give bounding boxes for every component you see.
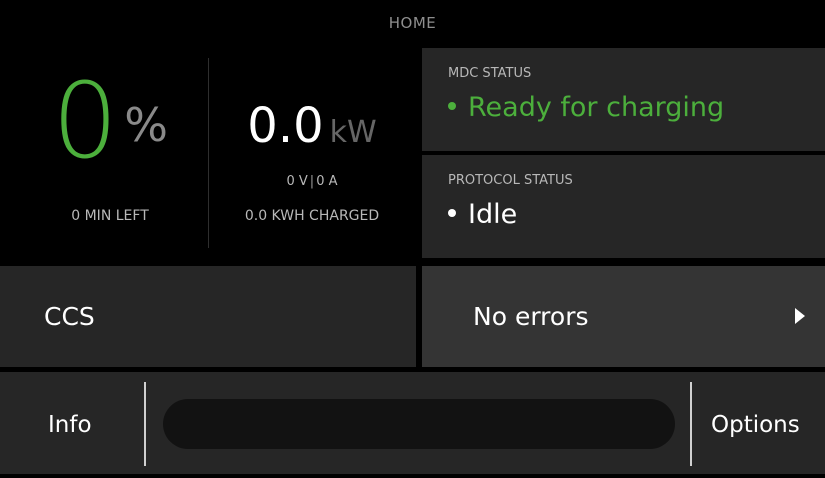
info-button[interactable]: Info [48,372,92,478]
mdc-status-panel: MDC STATUS Ready for charging [422,48,825,151]
power-readout: 0.0 kW 0 V | 0 A 0.0 KWH CHARGED [222,90,402,224]
voltage-current: 0 V | 0 A [222,174,402,189]
protocol-status-panel: PROTOCOL STATUS Idle [422,155,825,258]
charge-progress-bar [163,399,675,449]
time-left: 0 MIN LEFT [71,208,149,224]
power-value: 0.0 [247,98,324,154]
state-of-charge: 0% 0 MIN LEFT [20,66,200,224]
errors-button[interactable]: No errors [422,266,825,367]
voltage-value: 0 V [286,174,308,189]
page-title: HOME [388,14,437,32]
divider [144,382,146,466]
protocol-status-value: Idle [468,199,518,230]
status-dot-icon [448,101,456,110]
gauge-divider [208,58,209,248]
current-value: 0 A [316,174,338,189]
connector-type-button[interactable]: CCS [0,266,416,367]
caret-right-icon [795,308,805,324]
vi-separator: | [309,174,315,189]
mdc-status-line: Ready for charging [448,92,724,123]
errors-label: No errors [473,302,589,331]
mdc-status-value: Ready for charging [468,92,725,123]
connector-type-label: CCS [44,302,95,331]
status-dot-icon [448,208,456,217]
bottom-bar: Info Options [0,372,825,474]
soc-value: 0 [52,60,119,182]
protocol-status-line: Idle [448,199,517,230]
divider [690,382,692,466]
protocol-status-label: PROTOCOL STATUS [448,173,573,188]
energy-charged: 0.0 KWH CHARGED [244,208,380,224]
charging-gauge: 0% 0 MIN LEFT 0.0 kW 0 V | 0 A 0.0 KWH CHAR… [0,46,418,262]
power-unit: kW [329,115,377,150]
options-button[interactable]: Options [711,372,800,478]
mdc-status-label: MDC STATUS [448,66,532,81]
soc-unit: % [124,98,168,152]
